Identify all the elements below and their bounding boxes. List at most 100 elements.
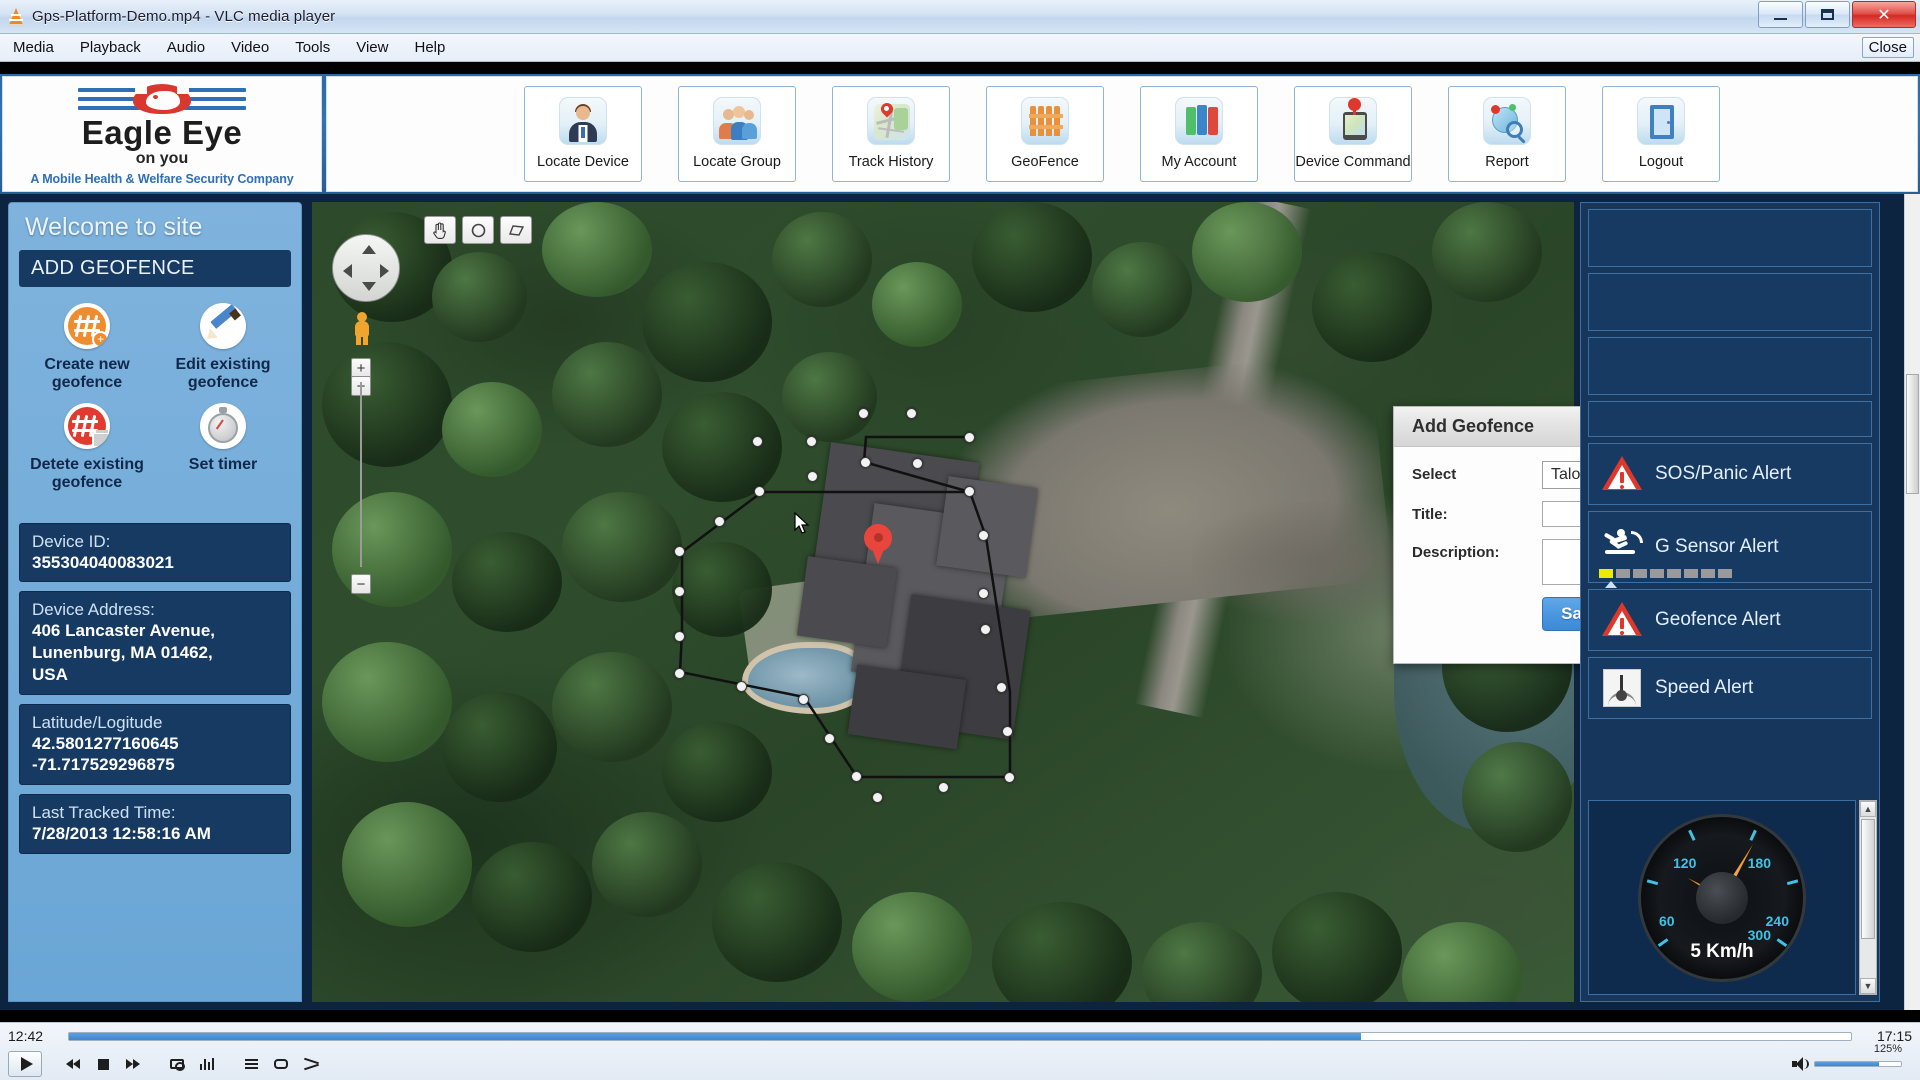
geofence-vertex[interactable] — [806, 436, 817, 447]
app-header: Eagle Eye on you A Mobile Health & Welfa… — [0, 74, 1920, 194]
speed-gauge-card: 60 120 180 240 300 5 Km/h — [1588, 800, 1856, 995]
menu-video[interactable]: Video — [218, 36, 282, 59]
edit-existing-geofence-action[interactable]: Edit existing geofence — [155, 303, 291, 393]
map-canvas[interactable]: + − − — [312, 202, 1574, 1002]
g-sensor-alert-card[interactable]: G Sensor Alert — [1588, 511, 1872, 588]
create-new-geofence-action[interactable]: + Create new geofence — [19, 303, 155, 393]
map-pan-control[interactable] — [332, 234, 400, 302]
geofence-vertex[interactable] — [754, 486, 765, 497]
menu-tools[interactable]: Tools — [282, 36, 343, 59]
right-panel-scrollbar[interactable]: ▲ ▼ — [1859, 800, 1877, 995]
geofence-vertex[interactable] — [980, 624, 991, 635]
geofence-vertex[interactable] — [824, 733, 835, 744]
close-button[interactable]: ✕ — [1852, 1, 1916, 28]
g-sensor-meter[interactable] — [1599, 569, 1732, 578]
geofence-vertex[interactable] — [912, 458, 923, 469]
geofence-vertex[interactable] — [872, 792, 883, 803]
stop-button[interactable] — [90, 1052, 116, 1076]
zoom-slider-track[interactable] — [360, 382, 362, 567]
elapsed-time: 12:42 — [8, 1028, 44, 1044]
zoom-out-button[interactable]: − — [351, 574, 371, 594]
menu-view[interactable]: View — [343, 36, 401, 59]
play-button[interactable] — [8, 1051, 42, 1077]
menu-audio[interactable]: Audio — [154, 36, 218, 59]
street-view-pegman-icon[interactable] — [352, 312, 372, 346]
geofence-vertex[interactable] — [906, 408, 917, 419]
geofence-vertex[interactable] — [858, 408, 869, 419]
loop-button[interactable] — [268, 1052, 294, 1076]
sos-panic-alert-card[interactable]: SOS/Panic Alert — [1588, 443, 1872, 505]
alert-placeholder-card — [1588, 337, 1872, 395]
geofence-vertex[interactable] — [938, 782, 949, 793]
geofence-vertex[interactable] — [674, 668, 685, 679]
nav-device-command[interactable]: Device Command — [1294, 86, 1412, 182]
dialog-title: Add Geofence — [1412, 416, 1535, 436]
geofence-vertex[interactable] — [752, 436, 763, 447]
geofence-vertex[interactable] — [674, 586, 685, 597]
gauge-tick-120: 120 — [1673, 854, 1697, 871]
speaker-icon[interactable] — [1792, 1057, 1809, 1071]
geofence-alert-card[interactable]: Geofence Alert — [1588, 589, 1872, 651]
geofence-vertex[interactable] — [736, 681, 747, 692]
speed-alert-card[interactable]: Speed Alert — [1588, 657, 1872, 719]
nav-track-history[interactable]: Track History — [832, 86, 950, 182]
volume-slider[interactable] — [1814, 1061, 1902, 1067]
page-scrollbar-thumb[interactable] — [1906, 374, 1919, 494]
player-controls: 12:42 17:15 125% — [0, 1022, 1920, 1080]
geofence-vertex[interactable] — [1004, 772, 1015, 783]
geofence-vertex[interactable] — [964, 432, 975, 443]
geofence-vertex[interactable] — [996, 682, 1007, 693]
scroll-down-arrow[interactable]: ▼ — [1860, 978, 1876, 994]
hand-pan-icon[interactable] — [424, 216, 456, 244]
menu-media[interactable]: Media — [0, 36, 67, 59]
falling-person-icon — [1599, 525, 1645, 569]
close-tab-button[interactable]: Close — [1861, 37, 1914, 58]
page-scrollbar[interactable] — [1904, 194, 1920, 1010]
geofence-vertex[interactable] — [978, 588, 989, 599]
nav-my-account[interactable]: My Account — [1140, 86, 1258, 182]
shuffle-button[interactable] — [298, 1052, 324, 1076]
nav-locate-group[interactable]: Locate Group — [678, 86, 796, 182]
geofence-vertex[interactable] — [860, 457, 871, 468]
nav-geofence[interactable]: GeoFence — [986, 86, 1104, 182]
geofence-vertex[interactable] — [674, 546, 685, 557]
scroll-up-arrow[interactable]: ▲ — [1860, 801, 1876, 817]
set-timer-action[interactable]: Set timer — [155, 402, 291, 493]
warning-triangle-icon — [1599, 598, 1645, 642]
location-marker-icon[interactable] — [864, 524, 892, 564]
polygon-draw-icon[interactable] — [500, 216, 532, 244]
gps-platform-web-page: Eagle Eye on you A Mobile Health & Welfa… — [0, 74, 1920, 1010]
map-zoom-control[interactable]: + − − — [350, 312, 372, 682]
menu-help[interactable]: Help — [401, 36, 458, 59]
nav-logout[interactable]: Logout — [1602, 86, 1720, 182]
eagle-head-icon — [62, 82, 262, 118]
seek-slider[interactable] — [68, 1031, 1852, 1041]
nav-report[interactable]: Report — [1448, 86, 1566, 182]
geofence-vertex[interactable] — [798, 694, 809, 705]
geofence-vertex[interactable] — [851, 771, 862, 782]
geofence-vertex[interactable] — [978, 530, 989, 541]
video-surface[interactable]: Eagle Eye on you A Mobile Health & Welfa… — [0, 62, 1920, 1022]
circle-draw-icon[interactable] — [462, 216, 494, 244]
minimize-button[interactable] — [1758, 1, 1803, 28]
eagle-eye-logo[interactable]: Eagle Eye on you A Mobile Health & Welfa… — [2, 76, 322, 192]
equalizer-button[interactable] — [194, 1052, 220, 1076]
zoom-in-button[interactable]: + — [351, 358, 371, 378]
maximize-button[interactable] — [1805, 1, 1850, 28]
select-label: Select — [1412, 466, 1457, 483]
delete-existing-geofence-action[interactable]: Detete existing geofence — [19, 402, 155, 493]
nav-label: My Account — [1161, 154, 1237, 170]
geofence-vertex[interactable] — [964, 486, 975, 497]
previous-button[interactable] — [60, 1052, 86, 1076]
next-button[interactable] — [120, 1052, 146, 1076]
geofence-vertex[interactable] — [674, 631, 685, 642]
geofence-vertex[interactable] — [807, 471, 818, 482]
logo-tagline: A Mobile Health & Welfare Security Compa… — [30, 171, 294, 186]
nav-locate-device[interactable]: Locate Device — [524, 86, 642, 182]
geofence-vertex[interactable] — [1002, 726, 1013, 737]
menu-playback[interactable]: Playback — [67, 36, 154, 59]
scrollbar-thumb[interactable] — [1861, 819, 1875, 939]
playlist-button[interactable] — [238, 1052, 264, 1076]
snapshot-button[interactable] — [164, 1052, 190, 1076]
geofence-vertex[interactable] — [714, 516, 725, 527]
